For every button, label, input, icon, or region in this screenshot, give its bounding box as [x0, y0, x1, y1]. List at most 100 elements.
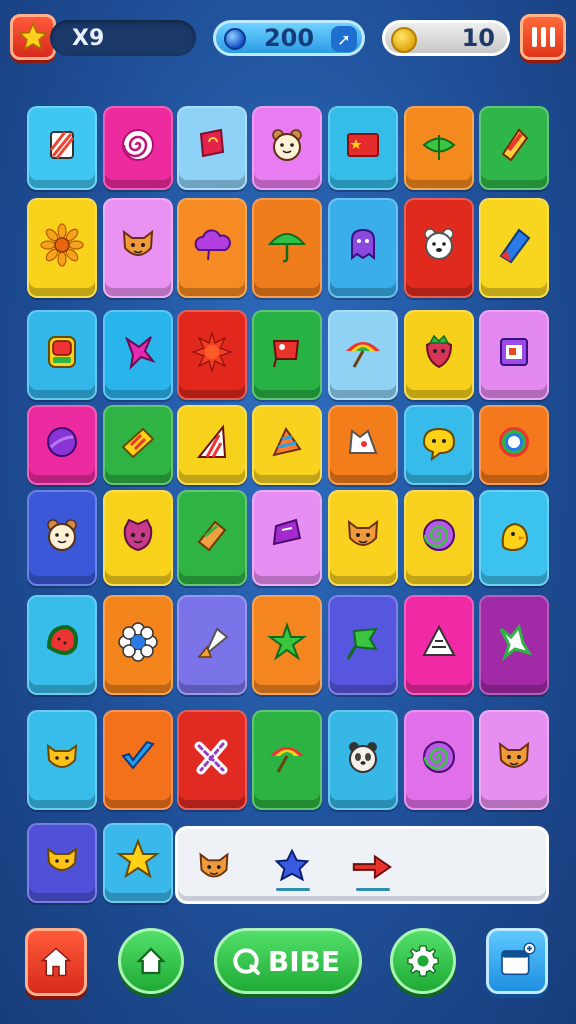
- tray-slot-2: [264, 839, 320, 895]
- yellow-star-icon: [115, 838, 161, 879]
- bear-face-icon: [272, 129, 302, 161]
- yellow-bubble-icon: [422, 427, 456, 462]
- cone-icon: [272, 427, 302, 457]
- gear-icon: [407, 945, 439, 977]
- tile-r8-c2[interactable]: [103, 823, 173, 903]
- tile-r4-c7[interactable]: [479, 405, 549, 485]
- umbrella-icon: [267, 233, 307, 263]
- tile-r4-c2[interactable]: [103, 405, 173, 485]
- fox-face-icon: [347, 519, 379, 546]
- tile-r7-c4[interactable]: [252, 710, 322, 810]
- orange-box-icon: [197, 520, 227, 552]
- tray-slot-1: [186, 839, 242, 895]
- berry-face-icon: [123, 518, 153, 552]
- tile-r4-c6[interactable]: [404, 405, 474, 485]
- tile-r2-c2[interactable]: [103, 198, 173, 298]
- window-badge-icon: [501, 942, 536, 976]
- tile-r3-c5[interactable]: [328, 310, 398, 400]
- green-flag-icon: [346, 627, 378, 660]
- tile-r4-c5[interactable]: [328, 405, 398, 485]
- tile-r3-c1[interactable]: [27, 310, 97, 400]
- purple-swirl-icon: [423, 741, 455, 773]
- home-button[interactable]: [25, 928, 87, 996]
- purple-box-icon: [272, 518, 302, 546]
- tile-r2-c6[interactable]: [404, 198, 474, 298]
- tile-r5-c5[interactable]: [328, 490, 398, 586]
- fox-face-icon: [122, 229, 154, 256]
- blue-check-icon: [121, 740, 155, 770]
- yellow-cat-icon: [46, 846, 78, 871]
- tile-r5-c1[interactable]: [27, 490, 97, 586]
- tile-r3-c6[interactable]: [404, 310, 474, 400]
- rainbow-ring-icon: [499, 427, 529, 457]
- purple-ghost-icon: [351, 228, 375, 261]
- striped-triangle-icon: [196, 424, 227, 458]
- watermelon-icon: [46, 624, 78, 655]
- red-card-icon: [48, 336, 76, 368]
- tile-r2-c4[interactable]: [252, 198, 322, 298]
- settings-button[interactable]: [390, 928, 456, 994]
- tile-r3-c2[interactable]: [103, 310, 173, 400]
- purple-cloud-icon: [194, 229, 231, 261]
- tile-r1-c3[interactable]: [177, 106, 247, 190]
- tile-r7-c5[interactable]: [328, 710, 398, 810]
- tile-r3-c4[interactable]: [252, 310, 322, 400]
- tile-r1-c7[interactable]: [479, 106, 549, 190]
- purple-frame-icon: [500, 338, 528, 366]
- tray-underline: [276, 888, 310, 891]
- candy-x-icon: [194, 739, 228, 775]
- tile-r6-c7[interactable]: [479, 595, 549, 695]
- fox-face-icon: [498, 741, 530, 768]
- tile-r6-c2[interactable]: [103, 595, 173, 695]
- tray-underline: [356, 888, 390, 891]
- tile-r3-c7[interactable]: [479, 310, 549, 400]
- shop-button[interactable]: [486, 928, 548, 994]
- tile-r6-c1[interactable]: [27, 595, 97, 695]
- house-icon: [40, 947, 72, 977]
- tile-r6-c3[interactable]: [177, 595, 247, 695]
- red-sign-icon: [272, 340, 300, 368]
- green-leaf-icon: [422, 135, 456, 160]
- tile-r6-c5[interactable]: [328, 595, 398, 695]
- tile-r1-c5[interactable]: [328, 106, 398, 190]
- white-flower-icon: [118, 622, 158, 662]
- tile-r6-c4[interactable]: [252, 595, 322, 695]
- house-outline-icon: [136, 947, 166, 975]
- tile-r7-c6[interactable]: [404, 710, 474, 810]
- tile-r1-c2[interactable]: [103, 106, 173, 190]
- tile-r2-c3[interactable]: [177, 198, 247, 298]
- tile-r5-c4[interactable]: [252, 490, 322, 586]
- green-star-icon: [266, 621, 308, 661]
- tile-r1-c1[interactable]: [27, 106, 97, 190]
- tile-r7-c3[interactable]: [177, 710, 247, 810]
- tray-slot-3: [344, 839, 400, 895]
- panda-face-icon: [349, 742, 377, 773]
- tile-r4-c1[interactable]: [27, 405, 97, 485]
- swirl-icon: [122, 129, 154, 161]
- tile-r3-c3[interactable]: [177, 310, 247, 400]
- tile-r2-c5[interactable]: [328, 198, 398, 298]
- play-button[interactable]: BIBE: [214, 928, 362, 994]
- tile-r5-c3[interactable]: [177, 490, 247, 586]
- tile-r2-c1[interactable]: [27, 198, 97, 298]
- tile-r2-c7[interactable]: [479, 198, 549, 298]
- tile-r1-c4[interactable]: [252, 106, 322, 190]
- tile-r6-c6[interactable]: [404, 595, 474, 695]
- blue-crystal-icon: [499, 228, 531, 264]
- tile-r1-c6[interactable]: [404, 106, 474, 190]
- home-alt-button[interactable]: [118, 928, 184, 994]
- tile-r4-c4[interactable]: [252, 405, 322, 485]
- chinese-flag-icon: [347, 133, 379, 157]
- tile-r7-c7[interactable]: [479, 710, 549, 810]
- ice-cream-icon: [197, 627, 229, 658]
- tile-r7-c1[interactable]: [27, 710, 97, 810]
- tile-r4-c3[interactable]: [177, 405, 247, 485]
- tile-r5-c7[interactable]: [479, 490, 549, 586]
- tile-r5-c6[interactable]: [404, 490, 474, 586]
- white-cat-icon: [348, 429, 378, 454]
- tile-r8-c1[interactable]: [27, 823, 97, 903]
- tile-r7-c2[interactable]: [103, 710, 173, 810]
- white-triangle-icon: [422, 624, 456, 656]
- sunflower-icon: [40, 223, 84, 267]
- tile-r5-c2[interactable]: [103, 490, 173, 586]
